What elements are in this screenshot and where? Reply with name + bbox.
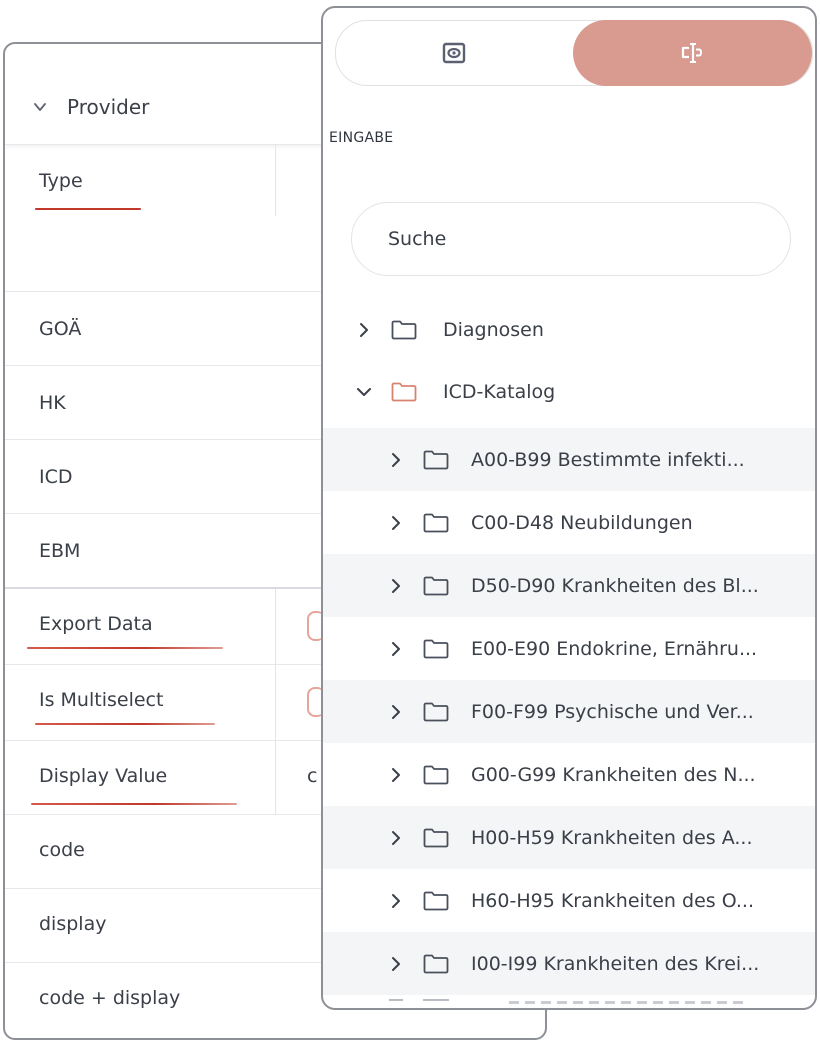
chevron-right-icon[interactable] (389, 830, 403, 846)
option-label: code (39, 839, 85, 861)
tree-item-label: H00-H59 Krankheiten des A... (471, 826, 753, 849)
folder-icon (423, 576, 449, 595)
folder-icon (423, 513, 449, 532)
folder-icon (423, 639, 449, 658)
tree-item-label: H60-H95 Krankheiten des O... (471, 889, 755, 912)
tree-item[interactable]: E00-E90 Endokrine, Ernähru... (323, 617, 815, 680)
chevron-right-icon[interactable] (389, 578, 403, 594)
tree-item-label (509, 1001, 749, 1004)
search-input[interactable] (386, 227, 770, 251)
display-value-select[interactable]: c (307, 765, 317, 787)
tree-item-label: F00-F99 Psychische und Ver... (471, 700, 754, 723)
chevron-right-icon[interactable] (389, 893, 403, 909)
folder-icon (423, 954, 449, 973)
tree-item[interactable]: A00-B99 Bestimmte infekti... (323, 428, 815, 491)
catalog-panel: EINGABE Diagnosen ICD-Katalog A00-B99 Be… (321, 6, 817, 1010)
tree-item[interactable]: D50-D90 Krankheiten des Bl... (323, 554, 815, 617)
tree-item-label: I00-I99 Krankheiten des Krei... (471, 952, 760, 975)
tree-item-label: D50-D90 Krankheiten des Bl... (471, 574, 759, 597)
chevron-right-icon[interactable] (389, 452, 403, 468)
display-value-label: Display Value (39, 765, 168, 787)
column-divider (275, 144, 276, 216)
annotation-underline (27, 647, 223, 649)
column-divider (275, 741, 276, 815)
preview-mode-button[interactable] (336, 21, 572, 85)
option-label: EBM (39, 540, 81, 562)
folder-icon (423, 450, 449, 469)
tree-item-diagnosen[interactable]: Diagnosen (323, 298, 815, 361)
tree-item[interactable]: I00-I99 Krankheiten des Krei... (323, 932, 815, 995)
option-label: ICD (39, 466, 73, 488)
option-label: GOÄ (39, 318, 82, 340)
option-label: code + display (39, 987, 181, 1009)
tree-item[interactable]: C00-D48 Neubildungen (323, 491, 815, 554)
column-divider (275, 589, 276, 665)
chevron-right-icon (389, 999, 403, 1005)
chevron-down-icon (34, 103, 46, 111)
chevron-right-icon[interactable] (389, 767, 403, 783)
tree-item-label: A00-B99 Bestimmte infekti... (471, 448, 745, 471)
option-label: HK (39, 392, 66, 414)
chevron-right-icon[interactable] (389, 515, 403, 531)
preview-icon (442, 42, 466, 64)
tree-item-label: E00-E90 Endokrine, Ernähru... (471, 637, 758, 660)
annotation-underline (35, 208, 141, 210)
export-data-label: Export Data (39, 613, 153, 635)
tree-item-label: C00-D48 Neubildungen (471, 511, 693, 534)
folder-icon (423, 999, 449, 1005)
column-divider (275, 665, 276, 741)
chevron-down-icon[interactable] (357, 384, 371, 400)
folder-icon (423, 828, 449, 847)
folder-icon (423, 765, 449, 784)
folder-icon (423, 702, 449, 721)
type-label: Type (39, 170, 83, 192)
tree-item-label: G00-G99 Krankheiten des N... (471, 763, 756, 786)
tree-item[interactable]: H60-H95 Krankheiten des O... (323, 869, 815, 932)
folder-icon (391, 382, 417, 401)
mode-toggle (335, 20, 813, 86)
tree-item-label: ICD-Katalog (443, 380, 556, 403)
provider-section-title: Provider (67, 95, 150, 119)
annotation-underline (31, 803, 237, 805)
chevron-right-icon[interactable] (389, 704, 403, 720)
tree-item-icd-katalog[interactable]: ICD-Katalog (323, 360, 815, 423)
annotation-underline (35, 723, 215, 725)
chevron-right-icon[interactable] (357, 322, 371, 338)
tree-item-label: Diagnosen (443, 318, 544, 341)
chevron-right-icon[interactable] (389, 956, 403, 972)
option-label: display (39, 913, 107, 935)
tree-item-partial[interactable] (323, 995, 815, 1008)
tree-item[interactable]: F00-F99 Psychische und Ver... (323, 680, 815, 743)
is-multiselect-label: Is Multiselect (39, 689, 164, 711)
folder-icon (391, 320, 417, 339)
text-input-cursor-icon (681, 43, 702, 63)
tree-item[interactable]: G00-G99 Krankheiten des N... (323, 743, 815, 806)
input-mode-button[interactable] (573, 20, 812, 86)
folder-icon (423, 891, 449, 910)
section-label: EINGABE (329, 130, 394, 146)
search-field[interactable] (351, 202, 791, 276)
tree-item[interactable]: H00-H59 Krankheiten des A... (323, 806, 815, 869)
chevron-right-icon[interactable] (389, 641, 403, 657)
